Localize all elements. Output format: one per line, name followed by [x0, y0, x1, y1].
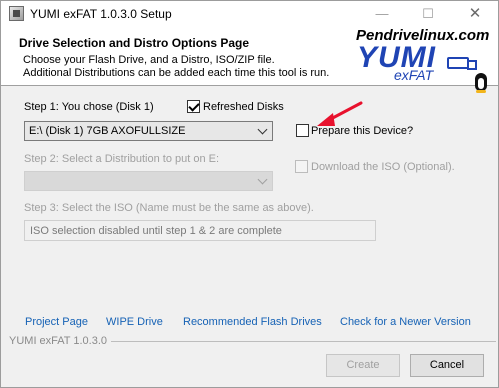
iso-path-value: ISO selection disabled until step 1 & 2 …: [30, 225, 282, 237]
header-banner: Drive Selection and Distro Options Page …: [1, 27, 498, 93]
penguin-icon: [473, 71, 489, 93]
iso-path-field[interactable]: ISO selection disabled until step 1 & 2 …: [24, 220, 376, 241]
refreshed-disks-checkbox[interactable]: [187, 100, 200, 113]
app-icon: [9, 6, 24, 21]
close-button[interactable]: ✕: [452, 1, 498, 27]
red-arrow-annotation: [317, 101, 363, 126]
setup-window: YUMI exFAT 1.0.3.0 Setup — ☐ ✕ Drive Sel…: [0, 0, 499, 388]
recommended-flash-drives-link[interactable]: Recommended Flash Drives: [183, 316, 322, 328]
footer-divider: [111, 341, 496, 342]
title-bar[interactable]: YUMI exFAT 1.0.3.0 Setup — ☐ ✕: [1, 1, 498, 27]
step3-label: Step 3: Select the ISO (Name must be the…: [24, 202, 314, 214]
check-newer-version-link[interactable]: Check for a Newer Version: [340, 316, 471, 328]
step2-label: Step 2: Select a Distribution to put on …: [24, 153, 220, 165]
download-iso-label[interactable]: Download the ISO (Optional).: [311, 161, 455, 173]
wipe-drive-link[interactable]: WIPE Drive: [106, 316, 163, 328]
cancel-button[interactable]: Cancel: [410, 354, 484, 377]
step1-label: Step 1: You chose (Disk 1): [24, 101, 154, 113]
yumi-logo-subtitle: exFAT: [394, 67, 434, 83]
minimize-button[interactable]: —: [359, 1, 405, 27]
chevron-down-icon: [258, 176, 268, 186]
version-label: YUMI exFAT 1.0.3.0: [9, 335, 108, 347]
drive-select-value: E:\ (Disk 1) 7GB AXOFULLSIZE: [29, 125, 186, 137]
prepare-device-checkbox[interactable]: [296, 124, 309, 137]
refreshed-disks-label[interactable]: Refreshed Disks: [203, 101, 284, 113]
header-description-line1: Choose your Flash Drive, and a Distro, I…: [23, 54, 275, 66]
drive-select[interactable]: E:\ (Disk 1) 7GB AXOFULLSIZE: [24, 121, 273, 141]
create-button[interactable]: Create: [326, 354, 400, 377]
window-title: YUMI exFAT 1.0.3.0 Setup: [30, 7, 172, 21]
chevron-down-icon: [258, 126, 268, 136]
page-title: Drive Selection and Distro Options Page: [19, 36, 250, 50]
usb-drive-icon: [447, 57, 477, 70]
maximize-button[interactable]: ☐: [405, 1, 451, 27]
download-iso-checkbox[interactable]: [295, 160, 308, 173]
header-description-line2: Additional Distributions can be added ea…: [23, 67, 330, 79]
distro-select[interactable]: [24, 171, 273, 191]
project-page-link[interactable]: Project Page: [25, 316, 88, 328]
